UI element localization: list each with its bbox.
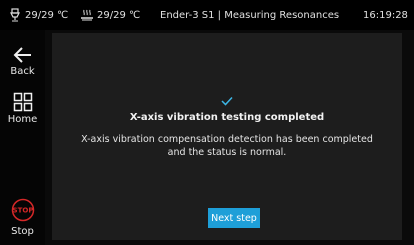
stop-icon-text: STOP [12,207,33,215]
back-button[interactable]: Back [0,46,45,77]
result-panel: X-axis vibration testing completed X-axi… [52,33,402,240]
check-wrapper [52,91,402,110]
stop-icon: STOP [11,198,34,222]
result-title: X-axis vibration testing completed [129,112,325,123]
status-bar: 29/29 ℃ 29/29 ℃ Ender-3 S1 | Measuring R… [0,0,414,30]
home-label: Home [7,114,38,125]
clock: 16:19:28 [363,9,408,21]
next-step-button[interactable]: Next step [208,208,260,228]
checkmark-icon [221,96,233,106]
printer-title: Ender-3 S1 | Measuring Resonances [160,9,340,21]
nozzle-temperature-icon [10,8,20,22]
stop-button[interactable]: STOP Stop [0,198,45,237]
bed-temp-indicator: 29/29 ℃ [80,0,140,30]
home-grid-icon [13,92,32,112]
nozzle-temp-value: 29/29 ℃ [25,9,69,21]
back-arrow-icon [13,47,31,63]
stop-label: Stop [11,226,34,237]
home-button[interactable]: Home [0,92,45,125]
sidebar: Back Home STOP Stop [0,30,45,245]
bed-temperature-icon [81,9,93,21]
result-description: X-axis vibration compensation detection … [81,134,373,158]
bed-temp-value: 29/29 ℃ [97,9,141,21]
back-label: Back [10,66,35,77]
nozzle-temp-indicator: 29/29 ℃ [8,0,68,30]
